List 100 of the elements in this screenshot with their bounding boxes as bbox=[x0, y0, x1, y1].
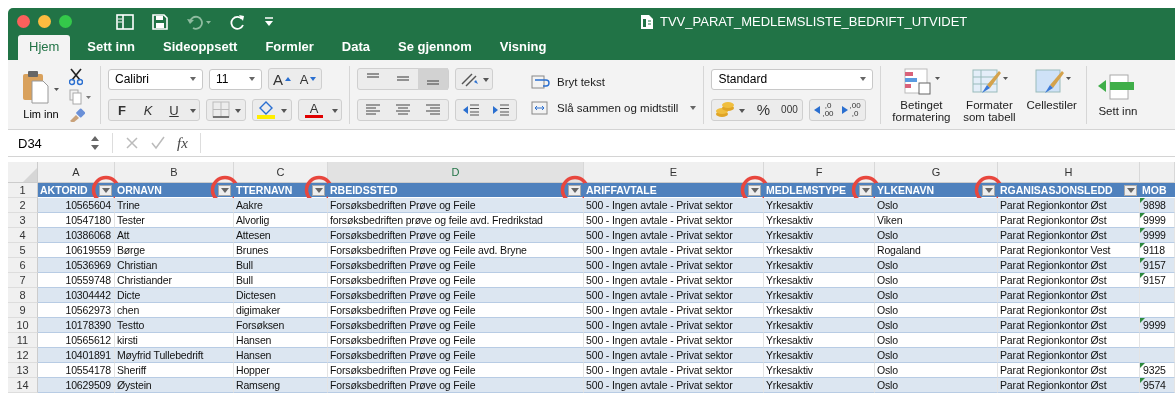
filter-button[interactable] bbox=[1124, 185, 1137, 196]
customize-toolbar-icon[interactable] bbox=[264, 15, 274, 28]
underline-button[interactable]: U bbox=[161, 100, 187, 120]
font-name-field[interactable]: Calibri bbox=[108, 68, 203, 90]
header-label: ORNAVN bbox=[117, 184, 162, 196]
bold-button[interactable]: F bbox=[109, 100, 135, 120]
undo-icon[interactable] bbox=[186, 13, 212, 30]
sidebar-icon[interactable] bbox=[116, 13, 134, 30]
ribbon-tab[interactable]: Formler bbox=[254, 35, 325, 60]
row-number[interactable]: 12 bbox=[8, 348, 38, 363]
filter-button[interactable] bbox=[859, 185, 872, 196]
table-cell: Oslo bbox=[875, 303, 998, 318]
table-cell: Forsøksbedriften Prøve og Feile bbox=[328, 378, 584, 393]
row-number[interactable]: 1 bbox=[8, 183, 38, 198]
row-number[interactable]: 4 bbox=[8, 228, 38, 243]
decrease-decimals-button[interactable]: ,00 ,0 bbox=[837, 99, 865, 120]
row-number[interactable]: 5 bbox=[8, 243, 38, 258]
table-cell: 10562973 bbox=[38, 303, 115, 318]
table-cell: Forsøksbedriften Prøve og Feile bbox=[328, 318, 584, 333]
checkmark-icon[interactable] bbox=[151, 136, 165, 150]
table-cell: 10547180 bbox=[38, 213, 115, 228]
increase-decimals-button[interactable]: ,0 ,00 bbox=[810, 99, 838, 120]
shrink-font-button[interactable]: A bbox=[295, 69, 321, 89]
ribbon-tab[interactable]: Data bbox=[330, 35, 381, 60]
cell-value: 9325 bbox=[1142, 364, 1166, 376]
row-number[interactable]: 14 bbox=[8, 378, 38, 393]
table-cell: Parat Regionkontor Øst bbox=[998, 258, 1140, 273]
table-cell: 500 - Ingen avtale - Privat sektor bbox=[584, 198, 764, 213]
table-cell: Brunes bbox=[234, 243, 328, 258]
row-number[interactable]: 9 bbox=[8, 303, 38, 318]
table-cell: forsøksbedriften prøve og feile avd. Fredrikstad bbox=[328, 213, 584, 228]
column-letter[interactable]: D bbox=[328, 162, 584, 183]
grow-font-button[interactable]: A bbox=[269, 69, 295, 89]
row-number[interactable]: 13 bbox=[8, 363, 38, 378]
format-painter-icon[interactable] bbox=[69, 107, 85, 122]
table-cell: Parat Regionkontor Øst bbox=[998, 273, 1140, 288]
filter-button[interactable] bbox=[218, 185, 231, 196]
table-cell: Oslo bbox=[875, 318, 998, 333]
row-number[interactable]: 8 bbox=[8, 288, 38, 303]
table-cell: Forsøksbedriften Prøve og Feile bbox=[328, 258, 584, 273]
filter-button[interactable] bbox=[568, 185, 581, 196]
cell-style-button[interactable]: Betinget formatering bbox=[888, 66, 955, 123]
table-cell: Yrkesaktiv bbox=[764, 363, 875, 378]
column-letter[interactable]: B bbox=[115, 162, 234, 183]
ribbon-tab[interactable]: Sett inn bbox=[76, 35, 146, 60]
filter-button[interactable] bbox=[982, 185, 995, 196]
table-cell: Oslo bbox=[875, 198, 998, 213]
redo-icon[interactable] bbox=[230, 13, 246, 30]
percent-button[interactable]: % bbox=[750, 99, 777, 120]
column-letter[interactable]: G bbox=[875, 162, 998, 183]
table-cell: Yrkesaktiv bbox=[764, 198, 875, 213]
cell-value: 9898 bbox=[1142, 199, 1166, 211]
thousands-separator-button[interactable]: 000 bbox=[776, 99, 803, 120]
filter-button[interactable] bbox=[748, 185, 761, 196]
ribbon-tab[interactable]: Hjem bbox=[18, 35, 71, 60]
filter-button[interactable] bbox=[99, 185, 112, 196]
table-cell: 10401891 bbox=[38, 348, 115, 363]
insert-function-button[interactable]: fx bbox=[177, 134, 188, 152]
row-number[interactable]: 11 bbox=[8, 333, 38, 348]
row-number[interactable]: 10 bbox=[8, 318, 38, 333]
paste-button[interactable]: Lim inn bbox=[21, 69, 61, 120]
cell-style-button[interactable]: Cellestiler bbox=[1024, 66, 1079, 123]
table-cell: Yrkesaktiv bbox=[764, 258, 875, 273]
column-letter[interactable]: E bbox=[584, 162, 764, 183]
row-number[interactable]: 2 bbox=[8, 198, 38, 213]
font-size-field[interactable]: 11 bbox=[209, 68, 262, 90]
table-cell: Rogaland bbox=[875, 243, 998, 258]
wrap-text-button[interactable]: Bryt tekst bbox=[531, 74, 697, 89]
scissors-icon[interactable] bbox=[69, 67, 83, 86]
table-cell: Oslo bbox=[875, 348, 998, 363]
italic-button[interactable]: K bbox=[135, 100, 161, 120]
row-number[interactable]: 6 bbox=[8, 258, 38, 273]
table-cell: 500 - Ingen avtale - Privat sektor bbox=[584, 333, 764, 348]
save-icon[interactable] bbox=[152, 13, 168, 30]
ribbon-tab[interactable]: Visning bbox=[488, 35, 558, 60]
column-letter[interactable]: H bbox=[998, 162, 1140, 183]
header-label: YLKENAVN bbox=[877, 184, 934, 196]
cell-value: 9999 bbox=[1142, 229, 1166, 241]
column-letter[interactable]: F bbox=[764, 162, 875, 183]
caret-icon bbox=[750, 188, 759, 193]
number-format-field[interactable]: Standard bbox=[711, 68, 874, 90]
table-cell: Parat Regionkontor Vest bbox=[998, 243, 1140, 258]
filter-button[interactable] bbox=[312, 185, 325, 196]
header-label: RGANISASJONSLEDD bbox=[1000, 184, 1113, 196]
row-number[interactable]: 7 bbox=[8, 273, 38, 288]
column-letter[interactable]: A bbox=[38, 162, 115, 183]
ribbon-tab[interactable]: Sideoppsett bbox=[152, 35, 249, 60]
merge-center-button[interactable]: Slå sammen og midtstill bbox=[531, 100, 697, 115]
row-number[interactable]: 3 bbox=[8, 213, 38, 228]
cell-reference-field[interactable]: D34 bbox=[18, 135, 78, 151]
zoom-window-icon[interactable] bbox=[59, 15, 72, 28]
table-cell: Yrkesaktiv bbox=[764, 348, 875, 363]
align-bottom-icon[interactable] bbox=[418, 68, 448, 90]
insert-cells-button[interactable]: Sett inn bbox=[1093, 72, 1142, 117]
window-title: TVV_PARAT_MEDLEMSLISTE_BEDRIFT_UTVIDET bbox=[660, 14, 968, 29]
ribbon-tab[interactable]: Se gjennom bbox=[387, 35, 483, 60]
minimize-window-icon[interactable] bbox=[38, 15, 51, 28]
column-letter[interactable]: C bbox=[234, 162, 328, 183]
cell-style-button[interactable]: Formater som tabell bbox=[956, 66, 1023, 123]
stepper-icon[interactable] bbox=[90, 135, 100, 151]
